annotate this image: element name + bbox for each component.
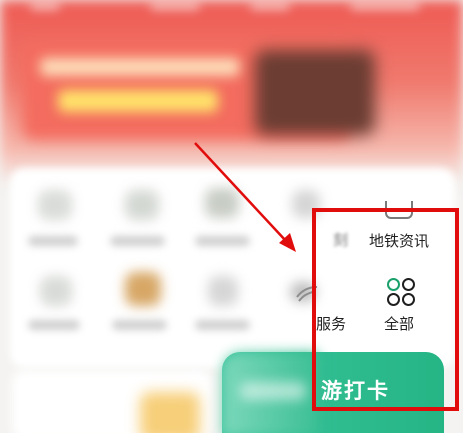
service-label xyxy=(195,320,250,330)
service-icon[interactable] xyxy=(205,188,239,218)
service-icon[interactable] xyxy=(125,272,161,306)
service-icon[interactable] xyxy=(125,190,159,220)
status-bar xyxy=(30,0,430,14)
banner-headline xyxy=(40,58,240,76)
service-label xyxy=(110,236,165,246)
checkin-button-text-blurred xyxy=(240,382,306,400)
highlight-box xyxy=(312,208,459,411)
service-label xyxy=(195,236,250,246)
banner-subheadline xyxy=(58,90,218,112)
service-icon[interactable] xyxy=(208,276,238,306)
bottom-card-image xyxy=(140,392,200,433)
service-icon[interactable] xyxy=(40,276,72,306)
service-icon[interactable] xyxy=(38,190,72,220)
service-label xyxy=(28,320,80,330)
banner-image xyxy=(255,50,375,135)
service-label xyxy=(112,320,167,330)
service-label xyxy=(28,236,78,246)
app-screen: 刻 游打卡 地铁资讯 服务 全部 xyxy=(0,0,463,433)
